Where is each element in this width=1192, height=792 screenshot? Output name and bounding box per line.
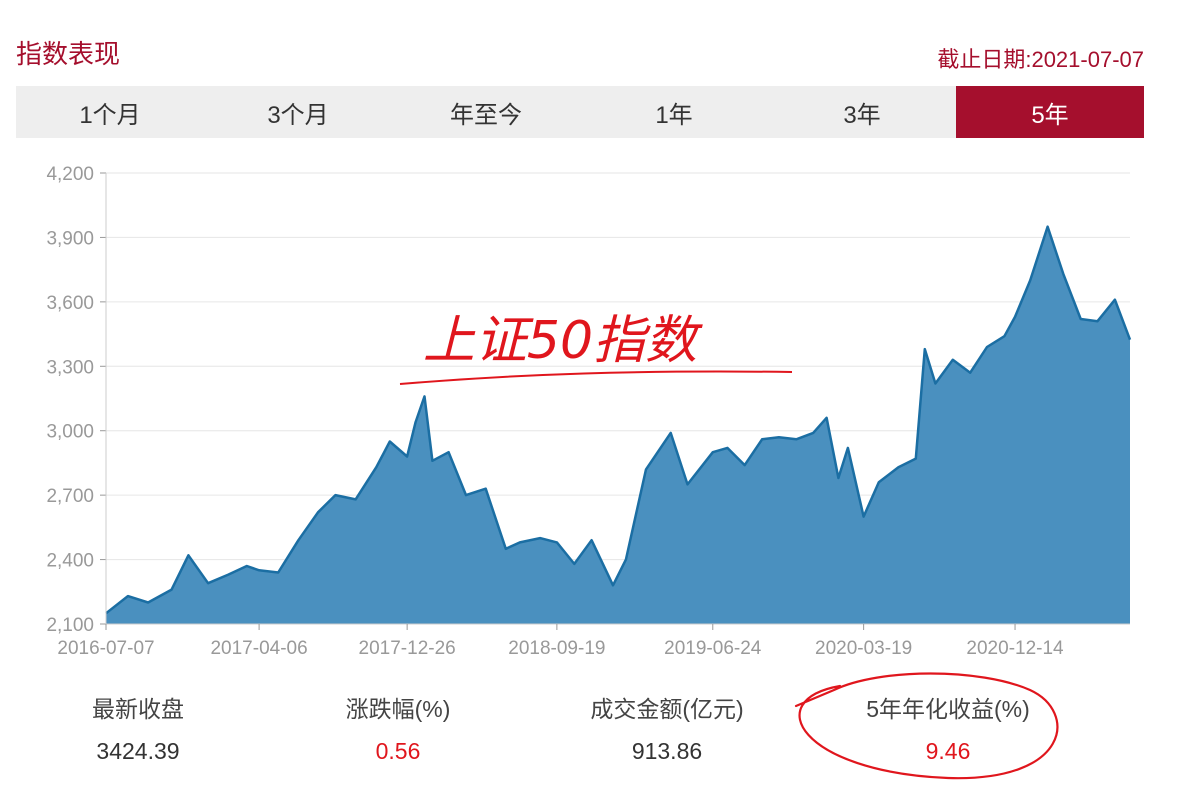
period-tabs: 1个月 3个月 年至今 1年 3年 5年	[16, 86, 1144, 138]
x-tick-label: 2017-04-06	[210, 638, 307, 659]
tab-3-months[interactable]: 3个月	[204, 86, 392, 138]
tab-3-years[interactable]: 3年	[768, 86, 956, 138]
y-tick-label: 4,200	[46, 164, 94, 185]
annotation-underline	[399, 370, 793, 385]
stat-value: 0.56	[375, 738, 421, 764]
stat-annualized-return: 5年年化收益(%) 9.46	[818, 690, 1078, 765]
y-tick-label: 3,300	[46, 357, 94, 378]
y-tick-label: 2,100	[46, 615, 94, 636]
y-tick-label: 2,400	[46, 551, 94, 572]
stat-value: 3424.39	[96, 738, 180, 764]
index-area-chart: 2,100 2,400 2,700 3,000 3,300 3,600 3,900 4,200…	[46, 164, 1132, 659]
x-tick-label: 2016-07-07	[57, 638, 154, 659]
as-of-date: 截止日期:2021-07-07	[937, 47, 1144, 72]
index-area-fill	[106, 226, 1130, 624]
handwritten-annotation: 上证50指数	[423, 311, 703, 371]
x-tick-label: 2020-12-14	[966, 638, 1064, 659]
tab-1-year[interactable]: 1年	[580, 86, 768, 138]
y-tick-label: 3,000	[46, 422, 94, 443]
stat-latest-close: 最新收盘 3424.39	[8, 690, 268, 765]
stat-label: 涨跌幅(%)	[345, 696, 451, 722]
y-tick-label: 3,600	[46, 293, 94, 314]
y-tick-label: 2,700	[46, 486, 94, 507]
page-title: 指数表现	[16, 39, 121, 69]
stat-turnover: 成交金额(亿元) 913.86	[537, 690, 797, 765]
x-tick-label: 2018-09-19	[508, 638, 605, 659]
y-tick-label: 3,900	[46, 228, 94, 249]
x-tick-label: 2017-12-26	[359, 638, 456, 659]
x-tick-label: 2020-03-19	[815, 638, 912, 659]
stat-change-pct: 涨跌幅(%) 0.56	[268, 690, 528, 765]
stat-value: 913.86	[631, 738, 703, 764]
stat-label: 成交金额(亿元)	[590, 696, 744, 722]
tab-ytd[interactable]: 年至今	[392, 86, 580, 138]
tab-5-years[interactable]: 5年	[956, 86, 1144, 138]
stat-label: 5年年化收益(%)	[866, 696, 1030, 722]
stat-value: 9.46	[925, 738, 971, 764]
stat-label: 最新收盘	[92, 696, 184, 722]
stats-row: 最新收盘 3424.39 涨跌幅(%) 0.56 成交金额(亿元) 913.86…	[0, 690, 1192, 780]
tab-1-month[interactable]: 1个月	[16, 86, 204, 138]
x-tick-label: 2019-06-24	[664, 638, 762, 659]
